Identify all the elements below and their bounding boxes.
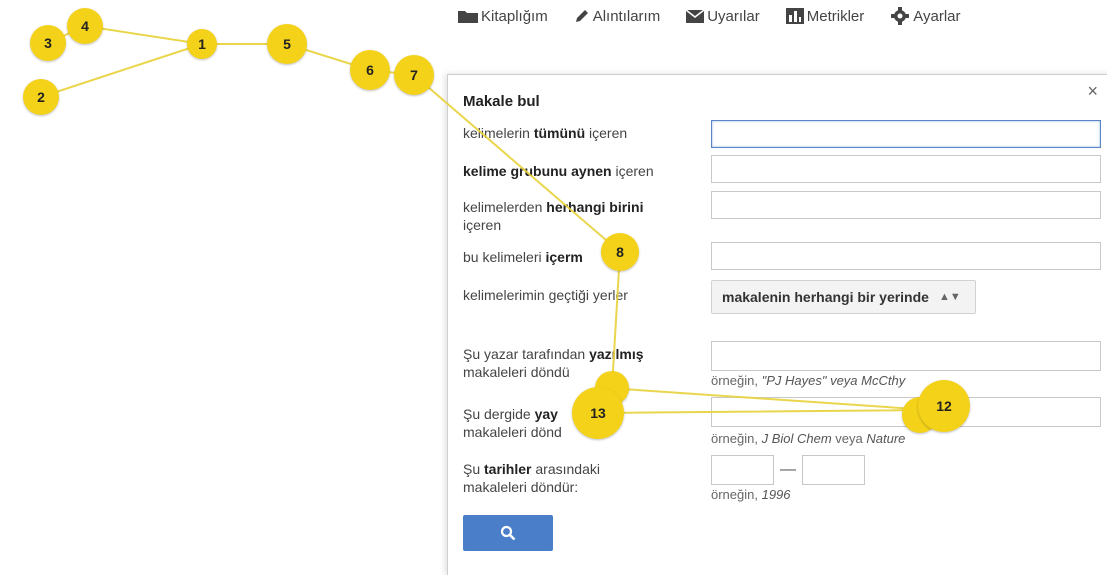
marker-6: 6 [350,50,390,90]
marker-1: 1 [187,29,217,59]
path-lines [40,25,931,415]
marker-7: 7 [394,55,434,95]
marker-3: 3 [30,25,66,61]
marker-4: 4 [67,8,103,44]
marker-2: 2 [23,79,59,115]
marker-13: 13 [572,387,624,439]
marker-5: 5 [267,24,307,64]
marker-8: 8 [601,233,639,271]
marker-12: 12 [918,380,970,432]
